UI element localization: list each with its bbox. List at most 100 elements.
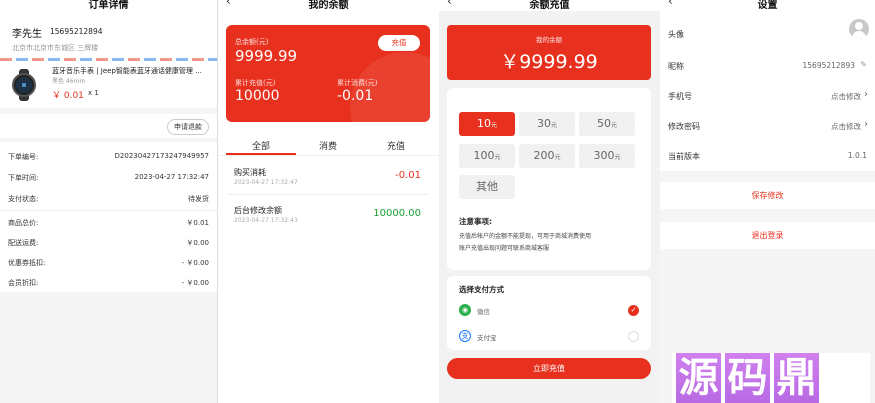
product-qty: x 1	[88, 89, 99, 97]
pay-status-value: 待发货	[188, 195, 209, 203]
setting-avatar[interactable]: 头像	[660, 19, 875, 49]
watermark: 源 码 鼎	[672, 353, 870, 403]
order-number-value: D20230427173247949957	[114, 152, 209, 160]
amount-value: 300	[593, 149, 615, 162]
page-title: 余额充值	[529, 0, 570, 11]
amount-option-10[interactable]: 10元	[459, 112, 515, 136]
amount-option-50[interactable]: 50元	[579, 112, 635, 136]
order-detail-screen: 订单详情 李先生 15695212894 北京市北京市东城区 三牌楼 蓝牙音乐手…	[0, 0, 217, 403]
refund-bar: 申请退款	[0, 114, 217, 138]
my-balance-value: ￥9999.99	[500, 51, 598, 73]
pay-option-label: 微信	[477, 308, 490, 316]
password-action: 点击修改	[831, 122, 861, 131]
record-amount: -0.01	[395, 170, 421, 181]
total-balance-value: 9999.99	[235, 47, 298, 65]
member-discount-row: 会员折扣: - ￥0.00	[8, 278, 209, 288]
watermark-char: 码	[725, 353, 770, 403]
product-price: ￥ 0.01	[52, 91, 84, 101]
amount-value: 200	[533, 149, 555, 162]
amount-unit: 元	[554, 154, 561, 161]
navbar: ‹ 设置	[660, 0, 875, 11]
tab-consume[interactable]: 消费	[293, 139, 363, 152]
version-value: 1.0.1	[847, 151, 867, 160]
recharge-panel: 10元 30元 50元 100元 200元 300元 其他 注意事项: 充值后帐…	[447, 88, 651, 270]
amount-value: 50	[596, 117, 611, 130]
record-title: 后台修改余额	[234, 206, 282, 215]
shipping-label: 配送运费:	[8, 239, 39, 247]
submit-recharge-button[interactable]: 立即充值	[447, 358, 651, 379]
pay-method-title: 选择支付方式	[459, 285, 504, 294]
product-spec: 黑色 46mm	[52, 78, 86, 85]
order-number-row: 下单编号: D20230427173247949957	[8, 152, 209, 162]
edit-icon[interactable]: ✎	[860, 60, 867, 69]
order-number-label: 下单编号:	[8, 153, 39, 161]
coupon-value: - ￥0.00	[181, 259, 209, 267]
order-time-row: 下单时间: 2023-04-27 17:32:47	[8, 173, 209, 183]
product-watch-icon	[8, 69, 40, 101]
address-panel[interactable]: 李先生 15695212894 北京市北京市东城区 三牌楼	[0, 11, 217, 61]
my-balance-card: 我的余额 ￥9999.99	[447, 25, 651, 80]
order-info-panel: 下单编号: D20230427173247949957 下单时间: 2023-04-…	[0, 142, 217, 210]
alipay-icon: 支	[459, 330, 471, 342]
coupon-label: 优惠券抵扣:	[8, 259, 46, 267]
order-time-value: 2023-04-27 17:32:47	[134, 173, 209, 181]
shipping-value: ￥0.00	[186, 239, 209, 247]
record-item: 后台修改余额 2023-04-27 17:32:43 10000.00	[218, 195, 439, 235]
amount-value: 10	[476, 117, 491, 130]
refund-button[interactable]: 申请退款	[167, 119, 209, 135]
avatar-head-icon	[855, 22, 863, 30]
member-discount-value: - ￥0.00	[181, 279, 209, 287]
receiver-address: 北京市北京市东城区 三牌楼	[12, 44, 99, 52]
radio-unchecked-icon[interactable]	[628, 331, 639, 342]
my-balance-screen: ‹ 我的余额 总余额(元) 9999.99 充值 累计充值(元) 10000 累…	[218, 0, 439, 403]
record-amount: 10000.00	[373, 208, 421, 219]
setting-nickname[interactable]: 昵称 15695212893 ✎	[660, 51, 875, 81]
member-discount-label: 会员折扣:	[8, 279, 39, 287]
save-button[interactable]: 保存修改	[660, 182, 875, 209]
amount-option-200[interactable]: 200元	[519, 144, 575, 168]
record-item: 购买消耗 2023-04-27 17:32:47 -0.01	[218, 156, 439, 194]
pay-option-alipay[interactable]: 支 支付宝	[447, 326, 651, 348]
logout-button[interactable]: 退出登录	[660, 222, 875, 249]
watermark-char: 鼎	[774, 353, 819, 403]
notice-line: 账户充值出现问题可联系商城客服	[459, 245, 550, 252]
payment-panel: 选择支付方式 ◉ 微信 ✓ 支 支付宝	[447, 276, 651, 350]
amount-unit: 元	[614, 154, 621, 161]
setting-label: 修改密码	[668, 122, 700, 131]
amount-option-100[interactable]: 100元	[459, 144, 515, 168]
setting-password[interactable]: 修改密码 点击修改 ›	[660, 111, 875, 141]
tab-recharge[interactable]: 充值	[361, 139, 431, 152]
radio-checked-icon[interactable]: ✓	[628, 305, 639, 316]
setting-label: 头像	[668, 30, 684, 39]
phone-action: 点击修改	[831, 92, 861, 101]
amount-unit: 元	[494, 154, 501, 161]
shipping-row: 配送运费: ￥0.00	[8, 238, 209, 248]
receiver-name: 李先生	[12, 29, 42, 40]
amount-option-300[interactable]: 300元	[579, 144, 635, 168]
tab-all[interactable]: 全部	[226, 139, 296, 152]
setting-phone[interactable]: 手机号 点击修改 ›	[660, 81, 875, 111]
avatar[interactable]	[849, 19, 869, 39]
record-time: 2023-04-27 17:32:47	[234, 179, 298, 186]
page-title: 设置	[757, 0, 778, 11]
setting-version: 当前版本 1.0.1	[660, 141, 875, 171]
recharge-button[interactable]: 充值	[378, 35, 420, 51]
balance-card: 总余额(元) 9999.99 充值 累计充值(元) 10000 累计消费(元) …	[226, 25, 430, 122]
pay-option-wechat[interactable]: ◉ 微信 ✓	[447, 300, 651, 322]
product-title: 蓝牙音乐手表 | Jeep智能表蓝牙通话健康管理 ...	[52, 67, 202, 75]
product-card[interactable]: 蓝牙音乐手表 | Jeep智能表蓝牙通话健康管理 ... 黑色 46mm ￥ 0…	[0, 61, 217, 108]
recharged-value: 10000	[235, 88, 280, 104]
amount-option-other[interactable]: 其他	[459, 175, 515, 199]
pay-option-label: 支付宝	[477, 334, 497, 342]
goods-total-label: 商品总价:	[8, 219, 39, 227]
receiver-phone: 15695212894	[50, 27, 103, 36]
watermark-char: 源	[676, 353, 721, 403]
setting-label: 昵称	[668, 62, 684, 71]
amount-option-30[interactable]: 30元	[519, 112, 575, 136]
settings-screen: ‹ 设置 头像 昵称 15695212893 ✎ 手机号 点击修改 › 修改密码…	[660, 0, 875, 403]
price-panel: 商品总价: ￥0.01 配送运费: ￥0.00 优惠券抵扣: - ￥0.00 会员折扣…	[0, 210, 217, 292]
nickname-value: 15695212893	[802, 61, 856, 70]
chevron-right-icon: ›	[864, 89, 868, 100]
settings-list: 头像 昵称 15695212893 ✎ 手机号 点击修改 › 修改密码 点击修改…	[660, 11, 875, 171]
record-title: 购买消耗	[234, 168, 266, 177]
